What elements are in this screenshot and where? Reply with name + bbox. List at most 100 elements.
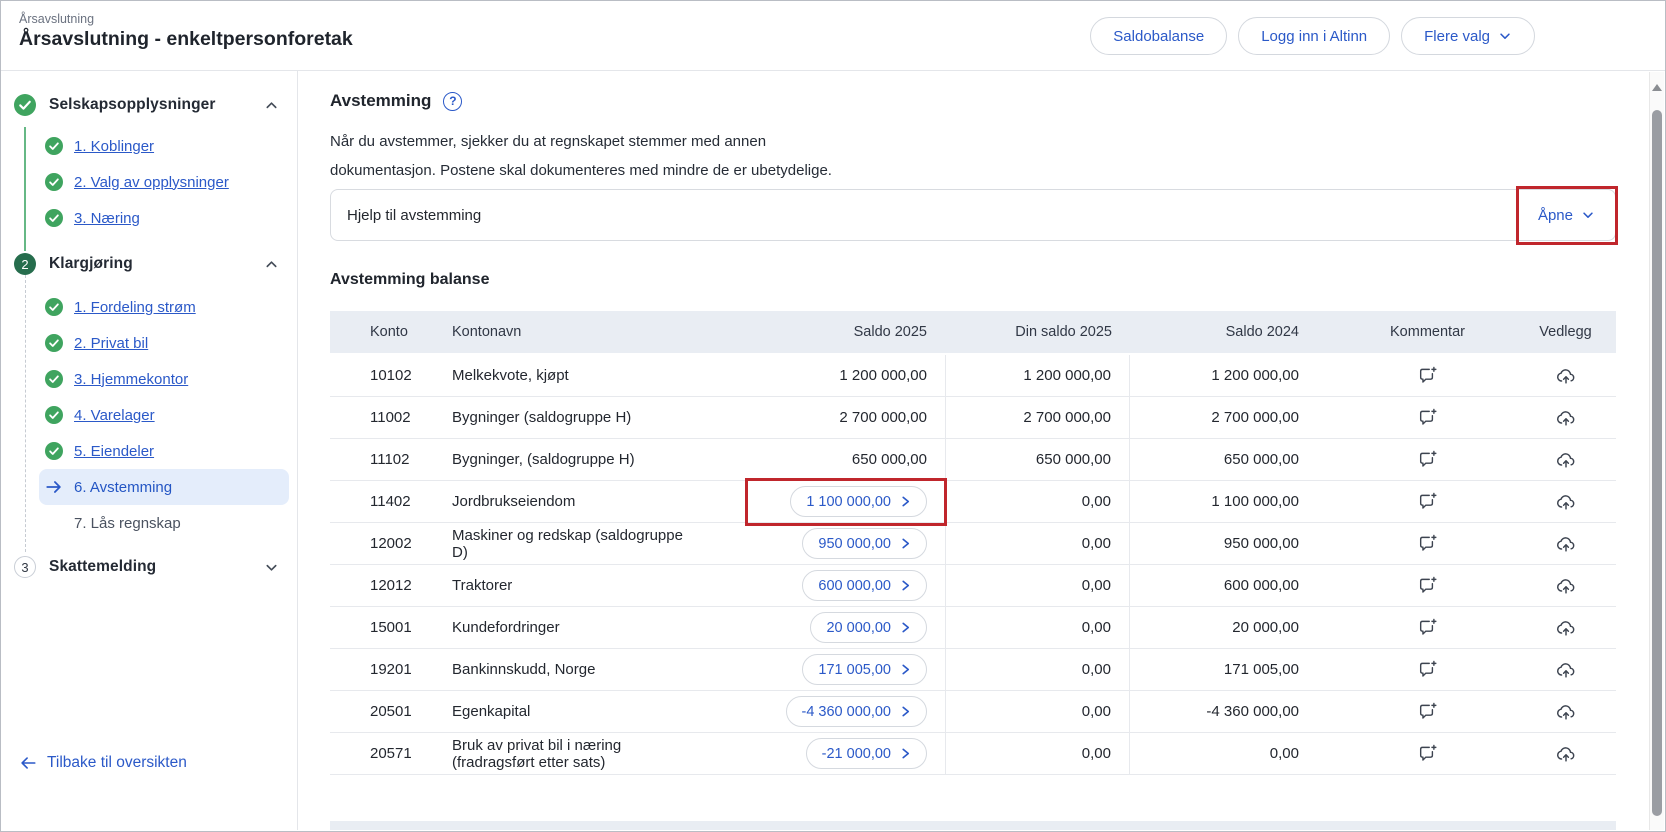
upload-attachment-button[interactable] [1553,615,1579,641]
table-row: 12012 Traktorer 600 000,00 0,00 600 000,… [330,565,1616,607]
sidebar-item-privat-bil[interactable]: 2. Privat bil [39,325,289,361]
section-label: Skattemelding [49,558,251,576]
add-comment-button[interactable] [1415,489,1440,514]
add-comment-button[interactable] [1415,615,1440,640]
saldo-2025-pill-button[interactable]: 600 000,00 [802,570,927,601]
cloud-upload-icon [1555,407,1577,429]
add-comment-button[interactable] [1415,531,1440,556]
vertical-scrollbar[interactable] [1649,72,1664,830]
saldobalanse-button[interactable]: Saldobalanse [1090,17,1227,55]
sidebar-item-label: 1. Koblinger [74,138,154,155]
arrow-left-icon [19,754,37,772]
add-comment-button[interactable] [1415,657,1440,682]
saldo-2025-value: 650 000,00 [852,451,927,468]
saldo-2025-pill-button[interactable]: 171 005,00 [802,654,927,685]
add-comment-button[interactable] [1415,447,1440,472]
saldo-2025-pill-value: -4 360 000,00 [802,704,892,720]
cell-kontonavn: Maskiner og redskap (saldogruppe D) [452,523,700,564]
sidebar-item-fordeling-strom[interactable]: 1. Fordeling strøm [39,289,289,325]
chevron-down-icon[interactable] [264,560,279,575]
scroll-up-button[interactable] [1652,84,1662,91]
sidebar-item-koblinger[interactable]: 1. Koblinger [39,128,289,164]
cell-konto: 11102 [330,439,452,480]
saldo-2025-pill-button[interactable]: 1 100 000,00 [790,486,927,517]
add-comment-button[interactable] [1415,573,1440,598]
upload-attachment-button[interactable] [1553,741,1579,767]
upload-attachment-button[interactable] [1553,405,1579,431]
add-comment-button[interactable] [1415,363,1440,388]
column-header-kontonavn: Kontonavn [452,311,700,353]
cell-din-saldo-2025: 0,00 [945,607,1130,648]
chevron-up-icon[interactable] [264,98,279,113]
sidebar-item-eiendeler[interactable]: 5. Eiendeler [39,433,289,469]
logg-inn-altinn-button[interactable]: Logg inn i Altinn [1238,17,1390,55]
cell-kommentar [1340,565,1515,606]
chevron-right-icon [900,495,911,508]
upload-attachment-button[interactable] [1553,699,1579,725]
check-circle-icon [45,137,63,155]
saldo-2025-value: 1 200 000,00 [839,367,927,384]
upload-attachment-button[interactable] [1553,489,1579,515]
sidebar-section-klargjoring[interactable]: 2 Klargjøring [1,244,297,284]
upload-attachment-button[interactable] [1553,363,1579,389]
column-header-vedlegg: Vedlegg [1515,311,1616,353]
column-header-saldo-2024: Saldo 2024 [1130,311,1340,353]
top-bar: Årsavslutning Årsavslutning - enkeltpers… [1,1,1665,71]
flere-valg-button-label: Flere valg [1424,28,1490,45]
add-comment-button[interactable] [1415,741,1440,766]
cloud-upload-icon [1555,617,1577,639]
cell-saldo-2024: 600 000,00 [1130,565,1340,606]
cell-vedlegg [1515,397,1616,438]
section-label: Klargjøring [49,255,251,273]
cell-vedlegg [1515,481,1616,522]
table-row: 10102 Melkekvote, kjøpt 1 200 000,00 1 2… [330,355,1616,397]
saldo-2025-pill-button[interactable]: -4 360 000,00 [786,696,928,727]
upload-attachment-button[interactable] [1553,573,1579,599]
sidebar-item-label: 1. Fordeling strøm [74,299,196,316]
cell-kontonavn: Jordbrukseiendom [452,481,700,522]
cell-konto: 10102 [330,355,452,396]
cell-kommentar [1340,481,1515,522]
sidebar-item-valg-av-opplysninger[interactable]: 2. Valg av opplysninger [39,164,289,200]
column-header-kommentar: Kommentar [1340,311,1515,353]
add-comment-button[interactable] [1415,405,1440,430]
sidebar-item-naering[interactable]: 3. Næring [39,200,289,236]
saldo-2025-pill-button[interactable]: -21 000,00 [806,738,927,769]
check-circle-icon [45,298,63,316]
upload-attachment-button[interactable] [1553,657,1579,683]
sidebar-item-avstemming-active[interactable]: 6. Avstemming [39,469,289,505]
add-comment-icon [1417,617,1438,638]
saldo-2025-pill-button[interactable]: 20 000,00 [810,612,927,643]
sidebar-section-skattemelding[interactable]: 3 Skattemelding [1,547,297,587]
upload-attachment-button[interactable] [1553,531,1579,557]
table-title: Avstemming balanse [330,271,1665,289]
help-accordion-label: Hjelp til avstemming [347,207,481,224]
cell-saldo-2025: -21 000,00 [700,733,945,774]
saldo-2025-value: 2 700 000,00 [839,409,927,426]
back-to-overview-link[interactable]: Tilbake til oversikten [19,754,187,772]
sidebar-item-varelager[interactable]: 4. Varelager [39,397,289,433]
help-accordion[interactable]: Hjelp til avstemming Åpne [330,189,1616,241]
cell-kontonavn: Bankinnskudd, Norge [452,649,700,690]
cell-din-saldo-2025: 1 200 000,00 [945,355,1130,396]
table-row: 20571 Bruk av privat bil i næring (fradr… [330,733,1616,775]
cell-saldo-2025: 600 000,00 [700,565,945,606]
add-comment-icon [1417,701,1438,722]
add-comment-button[interactable] [1415,699,1440,724]
step-number-badge: 2 [14,253,36,275]
table-row: 20501 Egenkapital -4 360 000,00 0,00 -4 … [330,691,1616,733]
saldo-2025-pill-value: -21 000,00 [822,746,891,762]
sidebar: Selskapsopplysninger 1. Koblinger 2. Val… [1,71,298,830]
cell-kommentar [1340,607,1515,648]
add-comment-icon [1417,491,1438,512]
saldo-2025-pill-button[interactable]: 950 000,00 [802,528,927,559]
flere-valg-button[interactable]: Flere valg [1401,17,1535,55]
sidebar-item-hjemmekontor[interactable]: 3. Hjemmekontor [39,361,289,397]
upload-attachment-button[interactable] [1553,447,1579,473]
help-icon[interactable]: ? [443,92,462,111]
chevron-up-icon[interactable] [264,257,279,272]
open-help-button[interactable]: Åpne [1538,207,1595,224]
sidebar-section-selskapsopplysninger[interactable]: Selskapsopplysninger [1,85,297,125]
scrollbar-thumb[interactable] [1652,110,1662,816]
check-circle-icon [45,406,63,424]
